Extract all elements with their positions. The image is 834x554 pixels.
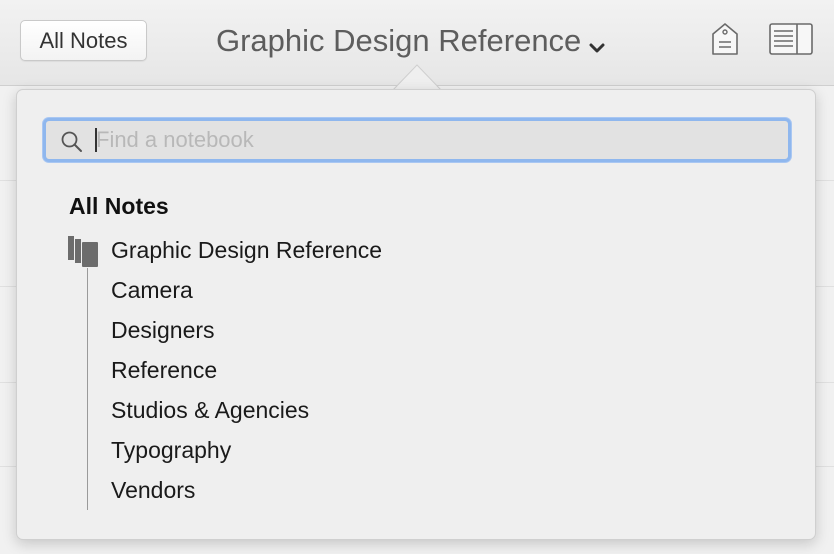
notebook-title-dropdown[interactable]: Graphic Design Reference <box>216 20 605 62</box>
notebook-picker-popover: All Notes Graphic Design Reference Camer… <box>16 89 816 540</box>
notebook-title: Graphic Design Reference <box>216 23 582 58</box>
notebook-search-field[interactable] <box>43 118 791 162</box>
chevron-down-icon <box>589 26 605 62</box>
notebook-item[interactable]: Vendors <box>111 477 195 504</box>
notebook-search-input[interactable] <box>96 125 776 155</box>
notebook-stack-item[interactable]: Graphic Design Reference <box>111 237 382 264</box>
tag-icon[interactable] <box>710 21 740 62</box>
sidebar-toggle-icon[interactable] <box>769 23 813 60</box>
all-notes-header[interactable]: All Notes <box>69 193 169 220</box>
notebook-item[interactable]: Camera <box>111 277 193 304</box>
all-notes-button[interactable]: All Notes <box>20 20 147 61</box>
search-icon <box>60 130 84 159</box>
notebook-item[interactable]: Typography <box>111 437 231 464</box>
notebook-item[interactable]: Studios & Agencies <box>111 397 309 424</box>
tree-connector <box>87 268 88 510</box>
notebook-item[interactable]: Reference <box>111 357 217 384</box>
notebook-item[interactable]: Designers <box>111 317 215 344</box>
notebook-stack-icon <box>67 235 99 272</box>
popover-arrow <box>392 64 442 92</box>
